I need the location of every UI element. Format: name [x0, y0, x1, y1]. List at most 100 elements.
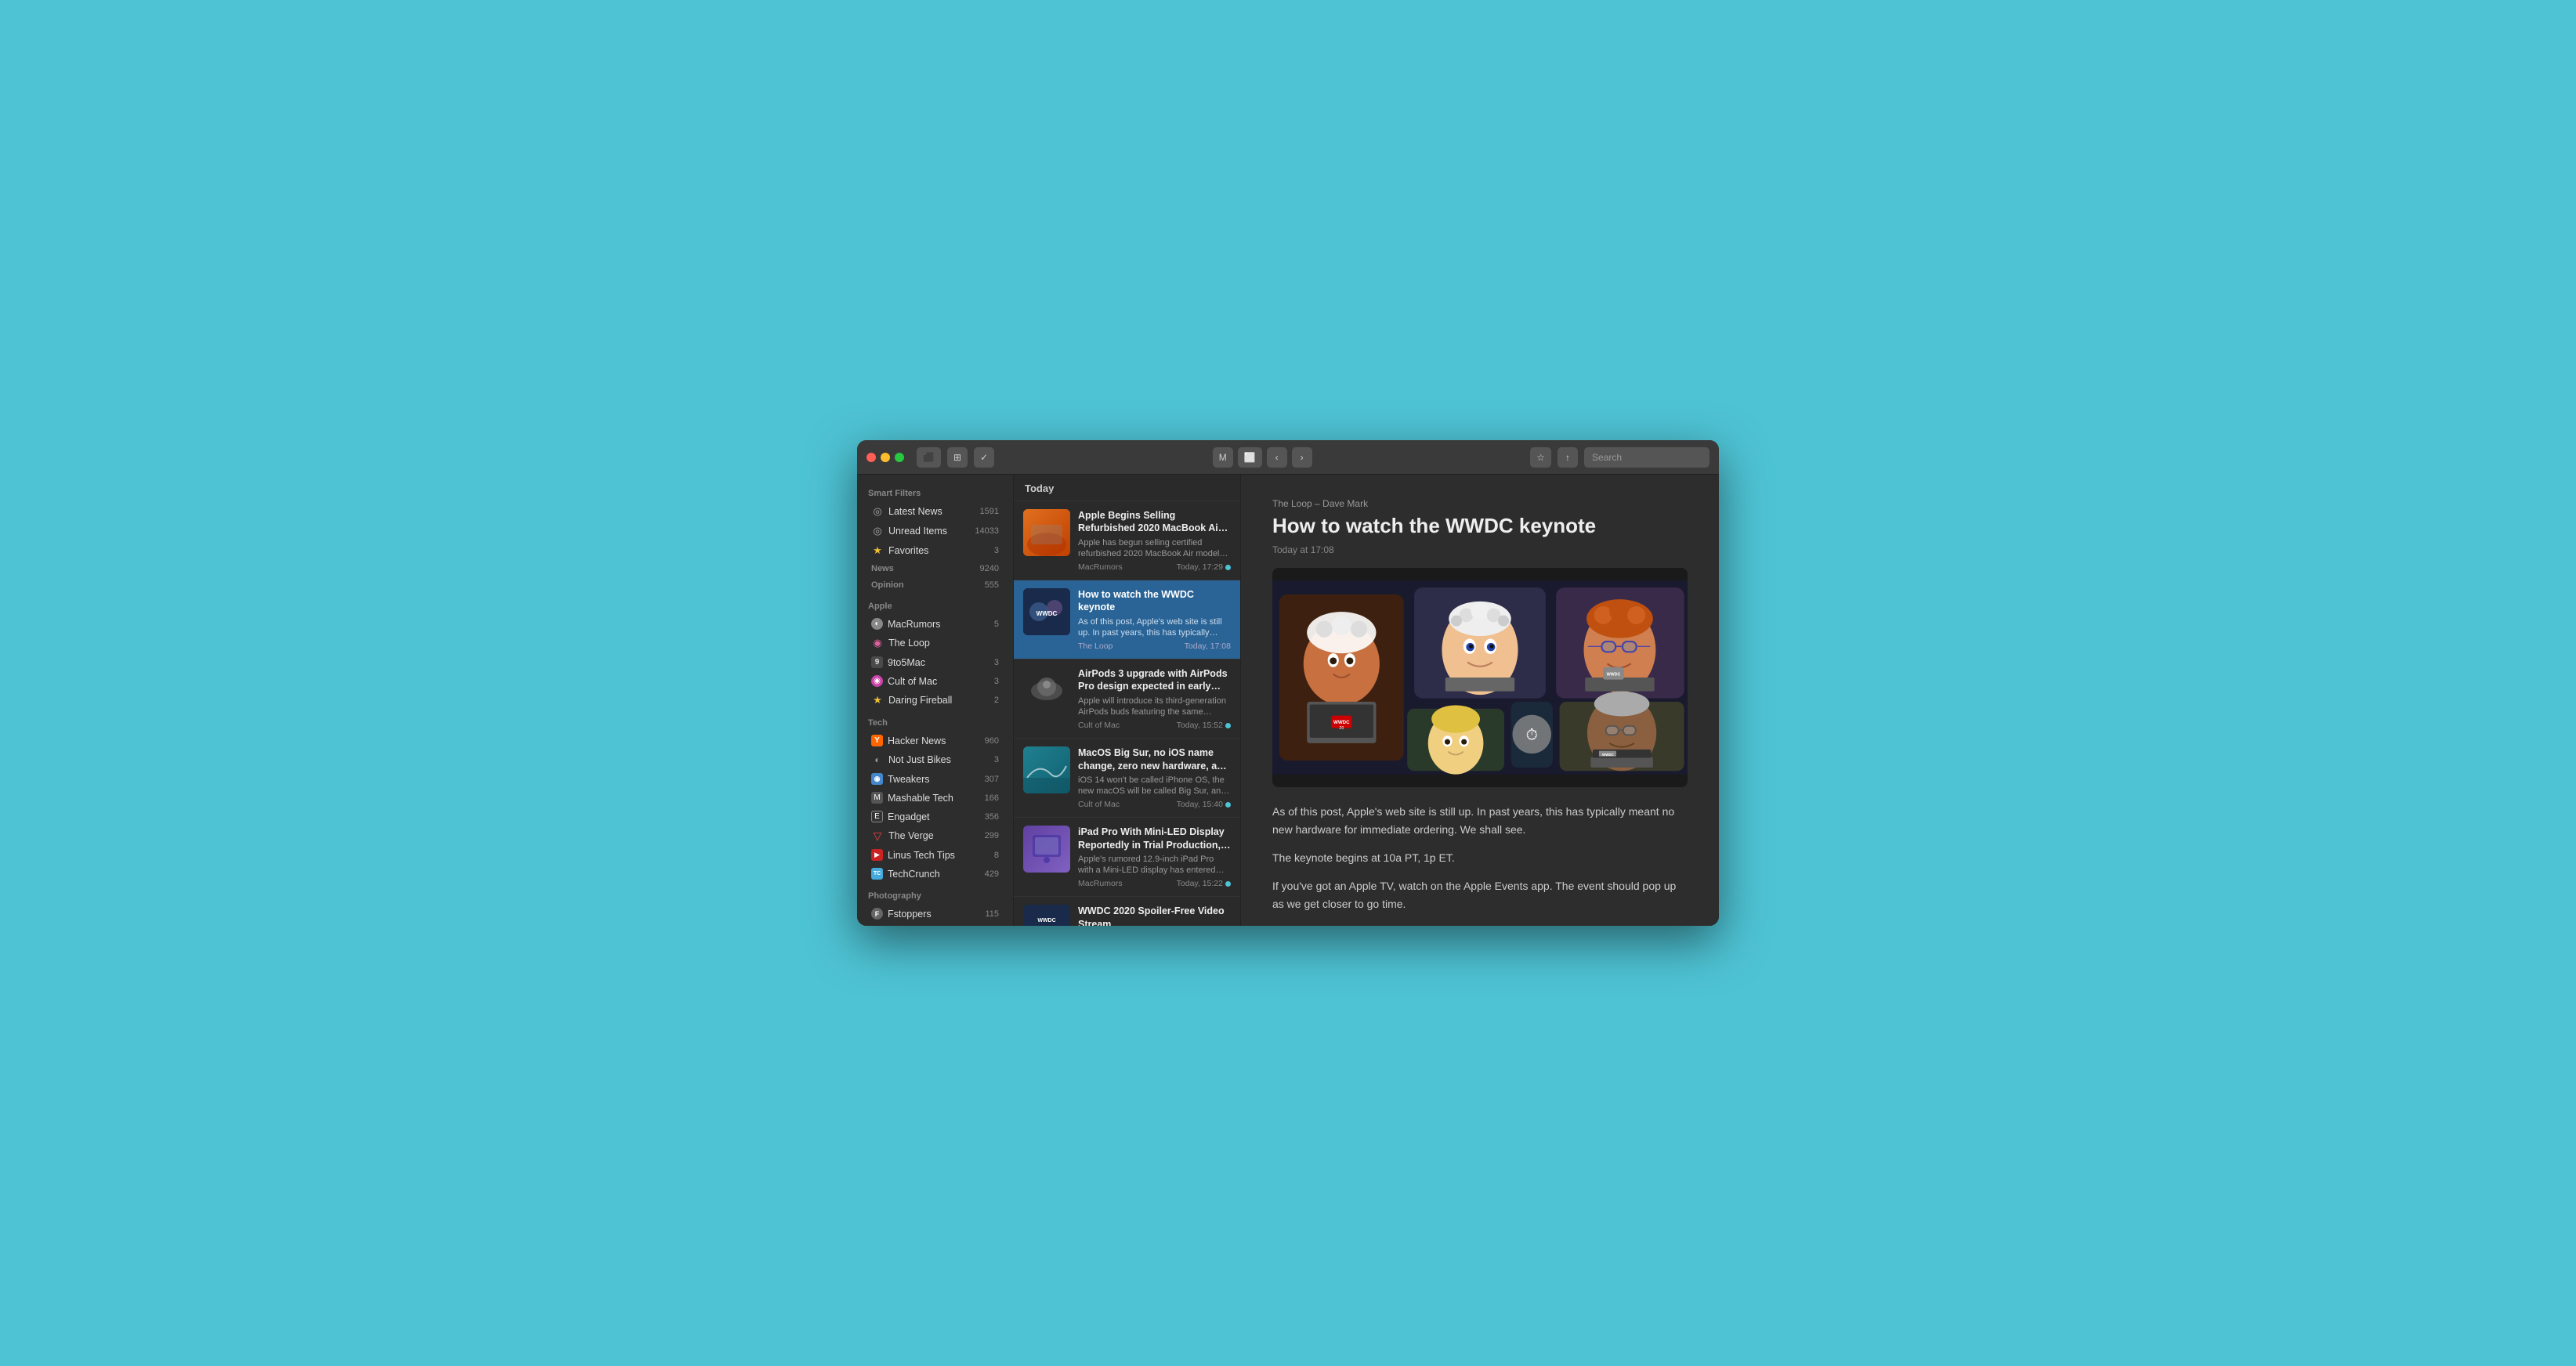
- tech-section-label: Tech: [857, 710, 1013, 731]
- photography-section-label: Photography: [857, 884, 1013, 904]
- feed-item-3-content: AirPods 3 upgrade with AirPods Pro desig…: [1078, 667, 1231, 730]
- share-button[interactable]: ↑: [1558, 447, 1578, 468]
- apple-section-label: Apple: [857, 594, 1013, 614]
- fstoppers-label: Fstoppers: [888, 909, 980, 920]
- close-button[interactable]: [867, 453, 876, 462]
- techcrunch-count: 429: [985, 869, 999, 879]
- search-input[interactable]: [1584, 447, 1709, 468]
- svg-text:WWDC: WWDC: [1607, 673, 1621, 678]
- notjustbikes-label: Not Just Bikes: [888, 754, 990, 765]
- hackernews-icon: Y: [871, 735, 883, 746]
- feed-item-4-title: MacOS Big Sur, no iOS name change, zero …: [1078, 746, 1231, 772]
- feed-item-3-dot: [1225, 723, 1231, 728]
- reading-mode-button[interactable]: ⬜: [1238, 447, 1262, 468]
- next-button[interactable]: ›: [1292, 447, 1312, 468]
- mashable-icon: M: [871, 792, 883, 804]
- feed-item-3-meta: Cult of Mac Today, 15:52: [1078, 721, 1231, 730]
- feed-item-1-title: Apple Begins Selling Refurbished 2020 Ma…: [1078, 509, 1231, 535]
- fstoppers-icon: F: [871, 908, 883, 920]
- feed-item-1[interactable]: Apple Begins Selling Refurbished 2020 Ma…: [1014, 501, 1240, 580]
- sidebar-item-tweakers[interactable]: ◉ Tweakers 307: [860, 770, 1010, 788]
- maximize-button[interactable]: [895, 453, 904, 462]
- cultofmac-count: 3: [994, 677, 999, 686]
- feed-item-2-title: How to watch the WWDC keynote: [1078, 588, 1231, 614]
- theverge-label: The Verge: [888, 830, 980, 841]
- sidebar-item-theverge[interactable]: ▽ The Verge 299: [860, 826, 1010, 845]
- bookmark-button[interactable]: ☆: [1530, 447, 1551, 468]
- prev-button[interactable]: ‹: [1267, 447, 1287, 468]
- svg-text:20: 20: [1339, 726, 1344, 731]
- theloop-label: The Loop: [888, 638, 994, 649]
- sidebar-item-daringfireball[interactable]: ★ Daring Fireball 2: [860, 691, 1010, 710]
- feed-item-5-thumb: [1023, 826, 1070, 873]
- macrumors-icon: ◐: [871, 618, 883, 630]
- feed-item-4[interactable]: MacOS Big Sur, no iOS name change, zero …: [1014, 739, 1240, 818]
- sidebar-item-opinion[interactable]: Opinion 555: [860, 577, 1010, 593]
- feed-item-5[interactable]: iPad Pro With Mini-LED Display Reportedl…: [1014, 818, 1240, 897]
- sidebar-item-theloop[interactable]: ◉ The Loop: [860, 634, 1010, 652]
- feed-item-1-thumb: [1023, 509, 1070, 556]
- sidebar-item-fstoppers[interactable]: F Fstoppers 115: [860, 905, 1010, 923]
- unread-items-icon: ◎: [871, 525, 884, 537]
- feed-item-6-thumb: WWDC 2020: [1023, 905, 1070, 926]
- feed-item-1-dot: [1225, 565, 1231, 570]
- article-para-4: If you're watching in browser, jump to A…: [1272, 923, 1688, 926]
- minimize-button[interactable]: [881, 453, 890, 462]
- feed-item-1-content: Apple Begins Selling Refurbished 2020 Ma…: [1078, 509, 1231, 572]
- sidebar-item-latest-news[interactable]: ◎ Latest News 1591: [860, 502, 1010, 521]
- sidebar-item-hackernews[interactable]: Y Hacker News 960: [860, 732, 1010, 750]
- latest-news-icon: ◎: [871, 505, 884, 518]
- feed-item-5-time: Today, 15:22: [1177, 879, 1231, 888]
- feed-item-2-source: The Loop: [1078, 641, 1113, 651]
- feed-item-4-thumb: [1023, 746, 1070, 793]
- sidebar-item-favorites[interactable]: ★ Favorites 3: [860, 541, 1010, 560]
- feed-item-1-meta: MacRumors Today, 17:29: [1078, 562, 1231, 572]
- news-label: News: [871, 564, 975, 573]
- sidebar-item-macrumors[interactable]: ◐ MacRumors 5: [860, 615, 1010, 633]
- 9to5mac-label: 9to5Mac: [888, 657, 990, 668]
- hackernews-label: Hacker News: [888, 735, 980, 746]
- favorites-label: Favorites: [888, 545, 990, 556]
- theverge-count: 299: [985, 831, 999, 840]
- theverge-icon: ▽: [871, 829, 884, 842]
- feed-item-1-summary: Apple has begun selling certified refurb…: [1078, 537, 1231, 560]
- sidebar-item-mashable[interactable]: M Mashable Tech 166: [860, 789, 1010, 807]
- techcrunch-icon: TC: [871, 868, 883, 880]
- opinion-count: 555: [985, 580, 999, 590]
- sidebar-item-dslr[interactable]: ◐ News/Views | DSLRBod... 2: [860, 923, 1010, 926]
- sidebar-item-notjustbikes[interactable]: ◐ Not Just Bikes 3: [860, 750, 1010, 769]
- article-source: The Loop – Dave Mark: [1272, 498, 1688, 509]
- sidebar-toggle-button[interactable]: ⬛: [917, 447, 941, 468]
- article-date: Today at 17:08: [1272, 544, 1688, 555]
- feed-item-2[interactable]: WWDC How to watch the WWDC keynote As of…: [1014, 580, 1240, 660]
- feed-item-5-title: iPad Pro With Mini-LED Display Reportedl…: [1078, 826, 1231, 851]
- latest-news-count: 1591: [980, 507, 999, 516]
- notjustbikes-icon: ◐: [871, 753, 884, 766]
- article-para-2: The keynote begins at 10a PT, 1p ET.: [1272, 849, 1688, 866]
- feed-item-5-summary: Apple's rumored 12.9-inch iPad Pro with …: [1078, 854, 1231, 876]
- opinion-label: Opinion: [871, 580, 980, 590]
- sidebar-item-cultofmac[interactable]: ◉ Cult of Mac 3: [860, 672, 1010, 690]
- feed-item-5-meta: MacRumors Today, 15:22: [1078, 879, 1231, 888]
- feed-item-6[interactable]: WWDC 2020 WWDC 2020 Spoiler-Free Video S…: [1014, 897, 1240, 926]
- sidebar-item-news[interactable]: News 9240: [860, 561, 1010, 576]
- sidebar-item-linustechtips[interactable]: ▶ Linus Tech Tips 8: [860, 846, 1010, 864]
- sidebar-item-unread-items[interactable]: ◎ Unread Items 14033: [860, 522, 1010, 540]
- feed-item-2-content: How to watch the WWDC keynote As of this…: [1078, 588, 1231, 651]
- sidebar-item-techcrunch[interactable]: TC TechCrunch 429: [860, 865, 1010, 883]
- mark-read-button[interactable]: ✓: [974, 447, 994, 468]
- macrumors-count: 5: [994, 620, 999, 629]
- feed-item-3[interactable]: AirPods 3 upgrade with AirPods Pro desig…: [1014, 660, 1240, 739]
- unread-items-label: Unread Items: [888, 526, 970, 537]
- svg-text:WWDC: WWDC: [1333, 720, 1350, 725]
- macrumors-label: MacRumors: [888, 619, 990, 630]
- grid-view-button[interactable]: ⊞: [947, 447, 968, 468]
- feed-item-4-summary: iOS 14 won't be called iPhone OS, the ne…: [1078, 775, 1231, 797]
- sidebar-item-engadget[interactable]: E Engadget 356: [860, 808, 1010, 826]
- favorites-icon: ★: [871, 544, 884, 557]
- sidebar-item-9to5mac[interactable]: 9 9to5Mac 3: [860, 653, 1010, 671]
- feed-item-3-time: Today, 15:52: [1177, 721, 1231, 730]
- mark-button[interactable]: M: [1213, 447, 1233, 468]
- engadget-icon: E: [871, 811, 883, 822]
- 9to5mac-icon: 9: [871, 656, 883, 668]
